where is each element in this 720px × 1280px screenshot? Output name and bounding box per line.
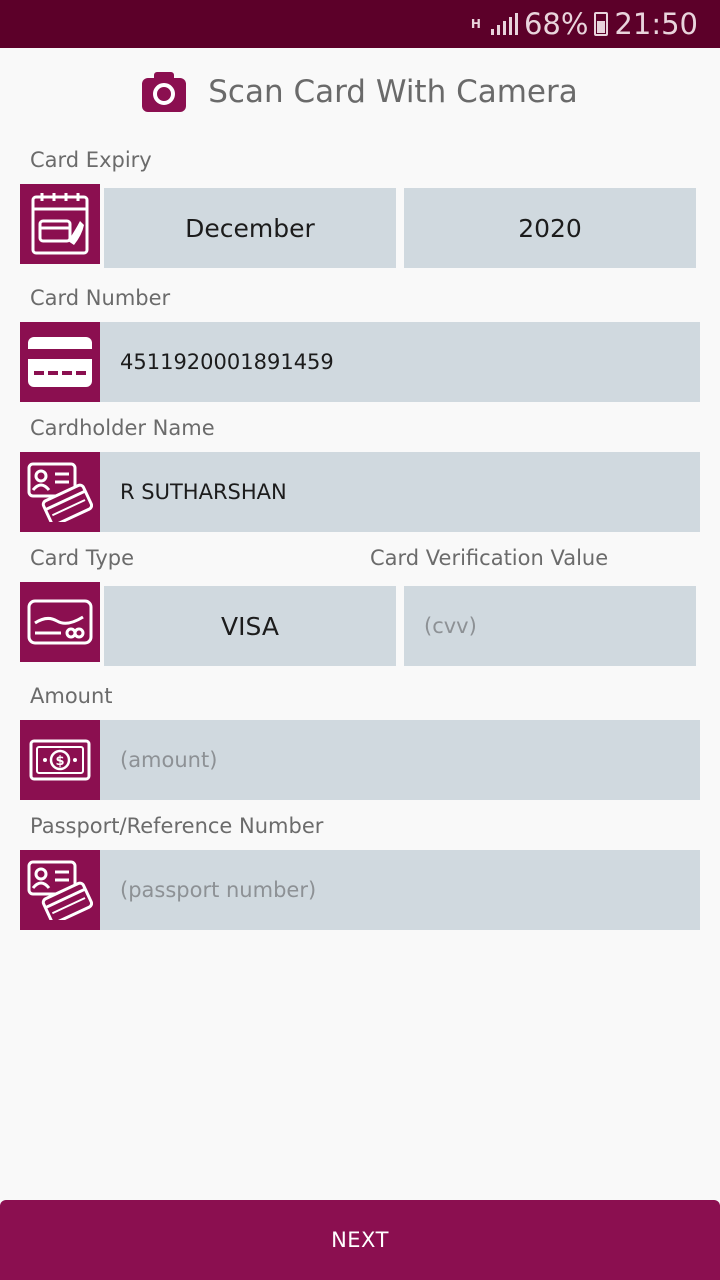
amount-field[interactable]: (amount) [100,720,700,800]
expiry-year-select[interactable]: 2020 [404,188,696,268]
amount-label: Amount [30,684,113,708]
cardholder-name-field[interactable]: R SUTHARSHAN [100,452,700,532]
next-button[interactable]: NEXT [0,1200,720,1280]
battery-icon [594,12,609,36]
scan-card-button[interactable]: Scan Card With Camera [0,48,720,136]
network-type: H [470,17,481,31]
scan-card-label: Scan Card With Camera [208,74,578,110]
id-card-icon [20,850,100,930]
expiry-month-select[interactable]: December [104,188,396,268]
id-card-icon [20,452,100,532]
status-bar: H 68% 21:50 [0,0,720,48]
money-icon: $ [20,720,100,800]
card-expiry-label: Card Expiry [30,148,152,172]
cardholder-name-label: Cardholder Name [30,416,215,440]
clock: 21:50 [614,7,698,41]
camera-icon [142,72,187,112]
cvv-field[interactable]: (cvv) [404,586,696,666]
cvv-label: Card Verification Value [370,546,609,570]
expiry-month-value: December [185,213,315,243]
card-number-label: Card Number [30,286,171,310]
cvv-placeholder: (cvv) [424,614,477,638]
card-type-label: Card Type [30,546,135,570]
expiry-year-value: 2020 [518,213,582,243]
card-type-value: VISA [221,611,279,641]
card-number-field[interactable]: 4511920001891459 [100,322,700,402]
svg-text:$: $ [55,754,64,769]
amount-placeholder: (amount) [120,748,218,772]
card-number-value: 4511920001891459 [120,350,334,374]
passport-field[interactable]: (passport number) [100,850,700,930]
credit-card-icon [20,322,100,402]
card-type-icon [20,582,100,662]
passport-label: Passport/Reference Number [30,814,324,838]
calendar-card-icon [20,184,100,264]
passport-placeholder: (passport number) [120,878,317,902]
cardholder-name-value: R SUTHARSHAN [120,480,287,504]
signal-icon [490,13,518,35]
battery-percent: 68% [523,7,589,41]
card-type-select[interactable]: VISA [104,586,396,666]
